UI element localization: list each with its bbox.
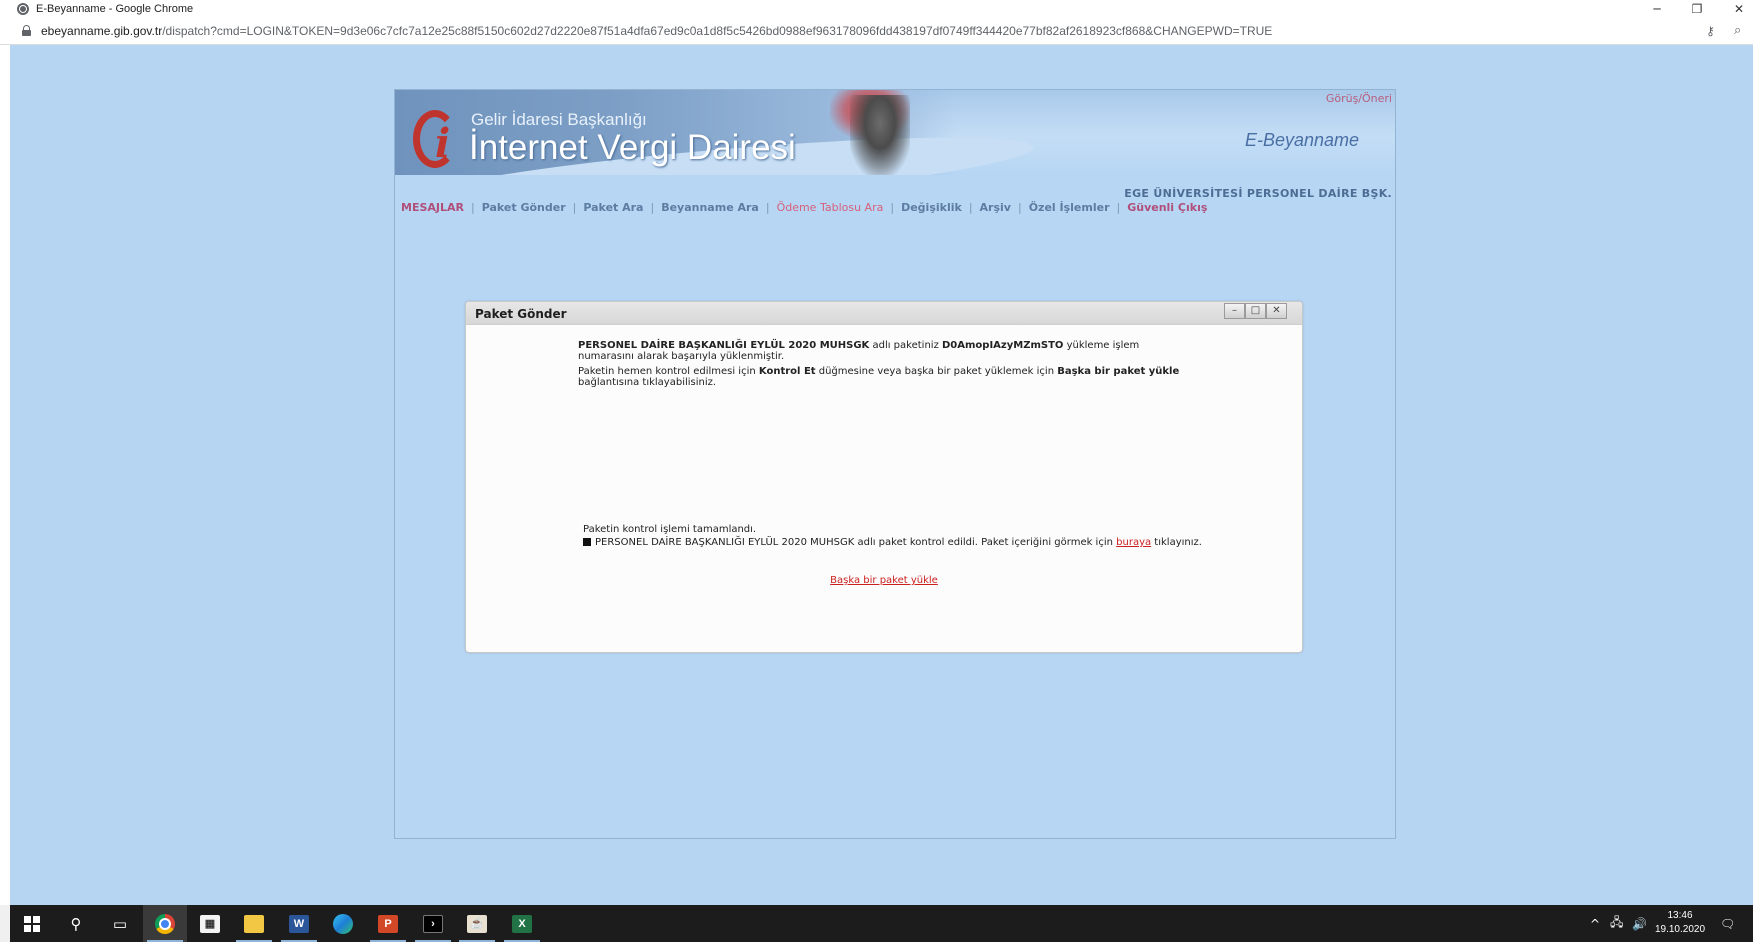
start-button[interactable] bbox=[10, 905, 54, 942]
java-icon: ☕ bbox=[467, 914, 487, 933]
excel-icon: X bbox=[512, 914, 532, 933]
terminal-taskbar-button[interactable]: › bbox=[411, 905, 455, 942]
excel-taskbar-button[interactable]: X bbox=[500, 905, 544, 942]
search-icon: ⚲ bbox=[70, 914, 82, 933]
task-view-button[interactable]: ▭ bbox=[98, 905, 142, 942]
taskbar-clock[interactable]: 13:46 19.10.2020 bbox=[1652, 909, 1708, 937]
menu-separator: | bbox=[890, 201, 895, 214]
java-taskbar-button[interactable]: ☕ bbox=[455, 905, 499, 942]
explorer-taskbar-button[interactable] bbox=[232, 905, 276, 942]
dialog-maximize-button[interactable]: □ bbox=[1245, 303, 1266, 319]
bullet-square-icon bbox=[583, 538, 591, 546]
menu-degisiklik[interactable]: Değişiklik bbox=[901, 201, 962, 214]
clock-time: 13:46 bbox=[1667, 910, 1693, 921]
upload-id: D0AmopIAzyMZmSTO bbox=[942, 340, 1064, 351]
search-button[interactable]: ⚲ bbox=[54, 905, 98, 942]
file-explorer-icon bbox=[244, 914, 264, 933]
store-icon: ▦ bbox=[200, 914, 220, 933]
kontrol-et-label: Kontrol Et bbox=[758, 366, 816, 377]
upload-success-message: PERSONEL DAİRE BAŞKANLIĞI EYLÜL 2020 MUH… bbox=[578, 340, 1140, 362]
notification-icon[interactable]: 🗨 bbox=[1720, 905, 1735, 942]
control-hint-message: Paketin hemen kontrol edilmesi için Kont… bbox=[578, 366, 1180, 388]
gib-logo-letter: i bbox=[435, 120, 451, 167]
menu-separator: | bbox=[765, 201, 770, 214]
site-name: İnternet Vergi Dairesi bbox=[469, 128, 796, 167]
menu-beyanname-ara[interactable]: Beyanname Ara bbox=[661, 201, 759, 214]
clock-date: 19.10.2020 bbox=[1654, 924, 1706, 935]
zoom-icon[interactable]: ⌕ bbox=[1734, 23, 1741, 38]
minimize-window-button[interactable]: ─ bbox=[1636, 0, 1678, 17]
menu-separator: | bbox=[1017, 201, 1022, 214]
chrome-taskbar-button[interactable] bbox=[143, 905, 187, 942]
portrait-image bbox=[850, 95, 910, 175]
other-package-label: Başka bir paket yükle bbox=[1057, 366, 1180, 377]
window-title: E-Beyanname - Google Chrome bbox=[36, 2, 194, 15]
globe-favicon-icon bbox=[17, 2, 29, 15]
windows-logo-icon bbox=[24, 915, 40, 932]
site-banner: i Gelir İdaresi Başkanlığı İnternet Verg… bbox=[395, 90, 1395, 175]
left-edge-strip bbox=[0, 45, 10, 905]
store-taskbar-button[interactable]: ▦ bbox=[188, 905, 232, 942]
taskbar: ⚲ ▭ ▦ W P › ☕ X ^ 🖧 🔊 13:46 19.10.2020 🗨 bbox=[0, 905, 1753, 942]
feedback-link[interactable]: Görüş/Öneri bbox=[1326, 92, 1392, 105]
another-package-link[interactable]: Başka bir paket yükle bbox=[830, 575, 938, 586]
dialog-close-button[interactable]: ✕ bbox=[1266, 303, 1287, 319]
package-name: PERSONEL DAİRE BAŞKANLIĞI EYLÜL 2020 MUH… bbox=[578, 340, 870, 351]
menu-ozel-islemler[interactable]: Özel İşlemler bbox=[1029, 201, 1110, 214]
word-taskbar-button[interactable]: W bbox=[277, 905, 321, 942]
main-menu: MESAJLAR | Paket Gönder | Paket Ara | Be… bbox=[401, 201, 1207, 214]
dialog-minimize-button[interactable]: – bbox=[1224, 303, 1245, 319]
restore-window-button[interactable]: ❐ bbox=[1676, 0, 1718, 17]
powerpoint-icon: P bbox=[378, 914, 398, 933]
task-view-icon: ▭ bbox=[112, 914, 128, 933]
chrome-icon bbox=[155, 913, 175, 934]
menu-separator: | bbox=[572, 201, 577, 214]
address-bar[interactable]: ebeyanname.gib.gov.tr/dispatch?cmd=LOGIN… bbox=[0, 17, 1753, 45]
dialog-title: Paket Gönder bbox=[475, 307, 567, 321]
org-name: Gelir İdaresi Başkanlığı bbox=[471, 110, 647, 129]
dialog-body: PERSONEL DAİRE BAŞKANLIĞI EYLÜL 2020 MUH… bbox=[466, 326, 1302, 652]
tray-overflow-button[interactable]: ^ bbox=[1590, 905, 1600, 942]
menu-separator: | bbox=[968, 201, 973, 214]
url-text[interactable]: ebeyanname.gib.gov.tr/dispatch?cmd=LOGIN… bbox=[41, 24, 1272, 38]
word-icon: W bbox=[289, 914, 309, 933]
menu-guvenli-cikis[interactable]: Güvenli Çıkış bbox=[1127, 201, 1207, 214]
network-icon[interactable]: 🖧 bbox=[1610, 905, 1623, 942]
menu-paket-gonder[interactable]: Paket Gönder bbox=[482, 201, 566, 214]
window-titlebar: E-Beyanname - Google Chrome ─ ❐ ✕ bbox=[0, 0, 1753, 17]
lock-icon[interactable] bbox=[22, 25, 31, 36]
key-icon[interactable]: ⚷ bbox=[1706, 24, 1715, 38]
menu-paket-ara[interactable]: Paket Ara bbox=[583, 201, 643, 214]
view-package-link[interactable]: buraya bbox=[1116, 537, 1151, 548]
url-host: ebeyanname.gib.gov.tr bbox=[41, 24, 163, 38]
volume-icon[interactable]: 🔊 bbox=[1632, 905, 1647, 942]
control-done-message: Paketin kontrol işlemi tamamlandı. bbox=[583, 524, 757, 535]
url-path: /dispatch?cmd=LOGIN&TOKEN=9d3e06c7cfc7a1… bbox=[162, 24, 1273, 38]
menu-separator: | bbox=[1116, 201, 1121, 214]
dialog-header[interactable]: Paket Gönder – □ ✕ bbox=[466, 302, 1302, 325]
another-package-row: Başka bir paket yükle bbox=[466, 575, 1302, 586]
user-org-name: EGE ÜNİVERSİTESİ PERSONEL DAİRE BŞK. bbox=[1124, 187, 1392, 200]
chevron-up-icon: ^ bbox=[1590, 916, 1601, 931]
close-window-button[interactable]: ✕ bbox=[1718, 0, 1753, 17]
menu-separator: | bbox=[470, 201, 475, 214]
terminal-icon: › bbox=[423, 914, 443, 933]
powerpoint-taskbar-button[interactable]: P bbox=[366, 905, 410, 942]
menu-odeme-tablosu-ara[interactable]: Ödeme Tablosu Ara bbox=[777, 201, 884, 214]
menu-separator: | bbox=[650, 201, 655, 214]
menu-mesajlar[interactable]: MESAJLAR bbox=[401, 201, 464, 214]
edge-icon bbox=[333, 913, 353, 934]
menu-arsiv[interactable]: Arşiv bbox=[980, 201, 1011, 214]
edge-taskbar-button[interactable] bbox=[321, 905, 365, 942]
product-name: E-Beyanname bbox=[1245, 130, 1360, 150]
control-result-message: PERSONEL DAİRE BAŞKANLIĞI EYLÜL 2020 MUH… bbox=[583, 537, 1203, 548]
paket-gonder-dialog: Paket Gönder – □ ✕ PERSONEL DAİRE BAŞKAN… bbox=[465, 301, 1303, 653]
